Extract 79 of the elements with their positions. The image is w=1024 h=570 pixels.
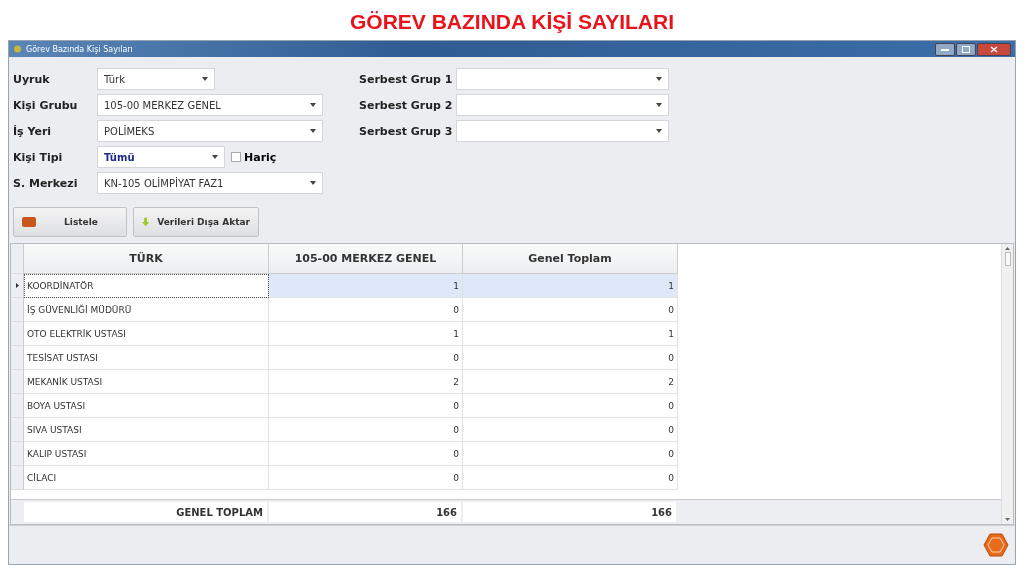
field-label: Kişi Tipi bbox=[13, 150, 64, 164]
close-button[interactable] bbox=[977, 42, 1011, 56]
field-label: Serbest Grup 1 bbox=[359, 72, 454, 86]
caret-icon bbox=[310, 103, 316, 107]
table-cell: BOYA USTASI bbox=[24, 394, 269, 418]
scroll-up-icon[interactable] bbox=[1005, 247, 1010, 250]
list-button[interactable]: Listele bbox=[13, 207, 127, 237]
field-label: Kişi Grubu bbox=[13, 98, 79, 112]
table-cell: KALIP USTASI bbox=[24, 442, 269, 466]
dropdown[interactable]: Türk bbox=[97, 68, 215, 90]
dropdown[interactable]: KN-105 OLİMPİYAT FAZ1 bbox=[97, 172, 323, 194]
table-cell: 1 bbox=[269, 274, 463, 298]
column-header[interactable]: TÜRK bbox=[24, 244, 269, 274]
table-cell: SIVA USTASI bbox=[24, 418, 269, 442]
caret-icon bbox=[212, 155, 218, 159]
table-cell: 0 bbox=[463, 394, 678, 418]
table-cell: 1 bbox=[269, 322, 463, 346]
table-cell: 1 bbox=[463, 274, 678, 298]
caret-icon bbox=[202, 77, 208, 81]
table-cell: 2 bbox=[463, 370, 678, 394]
table-cell: 0 bbox=[463, 442, 678, 466]
table-cell: TESİSAT USTASI bbox=[24, 346, 269, 370]
table-cell: 0 bbox=[269, 418, 463, 442]
scroll-thumb[interactable] bbox=[1004, 252, 1011, 266]
table-cell: CİLACI bbox=[24, 466, 269, 490]
down-arrow-icon bbox=[142, 216, 150, 228]
wallet-icon bbox=[22, 217, 36, 227]
table-cell: 0 bbox=[269, 298, 463, 322]
table-cell: 0 bbox=[463, 298, 678, 322]
row-header[interactable] bbox=[11, 274, 24, 298]
close-icon bbox=[990, 45, 998, 53]
minimize-button[interactable] bbox=[935, 42, 955, 56]
table-cell: 0 bbox=[463, 346, 678, 370]
maximize-button[interactable] bbox=[956, 42, 976, 56]
caret-icon bbox=[656, 77, 662, 81]
table-cell: 1 bbox=[463, 322, 678, 346]
checkbox-label: Hariç bbox=[244, 150, 277, 164]
field-label: S. Merkezi bbox=[13, 176, 79, 190]
window-title: Görev Bazında Kişi Sayıları bbox=[26, 44, 133, 54]
dropdown[interactable] bbox=[456, 120, 669, 142]
checkbox[interactable] bbox=[231, 152, 241, 162]
stop-icon[interactable] bbox=[983, 533, 1009, 557]
page-title: GÖREV BAZINDA KİŞİ SAYILARI bbox=[350, 9, 674, 35]
column-header[interactable]: Genel Toplam bbox=[463, 244, 678, 274]
table-cell: 2 bbox=[269, 370, 463, 394]
dropdown[interactable] bbox=[456, 94, 669, 116]
field-label: Serbest Grup 2 bbox=[359, 98, 454, 112]
field-label: Uyruk bbox=[13, 72, 51, 86]
footer-cell: 166 bbox=[463, 502, 676, 522]
footer-cell: GENEL TOPLAM bbox=[24, 502, 267, 522]
field-label: İş Yeri bbox=[13, 124, 53, 138]
caret-icon bbox=[310, 129, 316, 133]
caret-icon bbox=[656, 103, 662, 107]
table-cell: OTO ELEKTRİK USTASI bbox=[24, 322, 269, 346]
minimize-icon bbox=[941, 47, 949, 51]
table-cell: 0 bbox=[463, 466, 678, 490]
table-cell: MEKANİK USTASI bbox=[24, 370, 269, 394]
table-cell: 0 bbox=[269, 346, 463, 370]
column-header[interactable]: 105-00 MERKEZ GENEL bbox=[269, 244, 463, 274]
field-label: Serbest Grup 3 bbox=[359, 124, 454, 138]
table-cell: 0 bbox=[269, 466, 463, 490]
table-cell: İŞ GÜVENLİĞİ MÜDÜRÜ bbox=[24, 298, 269, 322]
table-cell: KOORDİNATÖR bbox=[24, 274, 269, 298]
app-icon bbox=[13, 45, 22, 53]
caret-icon bbox=[310, 181, 316, 185]
corner-header bbox=[11, 244, 24, 274]
caret-icon bbox=[656, 129, 662, 133]
dropdown[interactable]: Tümü bbox=[97, 146, 225, 168]
dropdown[interactable] bbox=[456, 68, 669, 90]
scrollbar[interactable] bbox=[1001, 244, 1013, 524]
dropdown[interactable]: POLİMEKS bbox=[97, 120, 323, 142]
dropdown[interactable]: 105-00 MERKEZ GENEL bbox=[97, 94, 323, 116]
table-cell: 0 bbox=[269, 442, 463, 466]
export-button[interactable]: Verileri Dışa Aktar bbox=[133, 207, 259, 237]
footer-cell: 166 bbox=[269, 502, 461, 522]
maximize-icon bbox=[962, 45, 970, 53]
scroll-down-icon[interactable] bbox=[1005, 518, 1010, 521]
table-cell: 0 bbox=[463, 418, 678, 442]
table-cell: 0 bbox=[269, 394, 463, 418]
